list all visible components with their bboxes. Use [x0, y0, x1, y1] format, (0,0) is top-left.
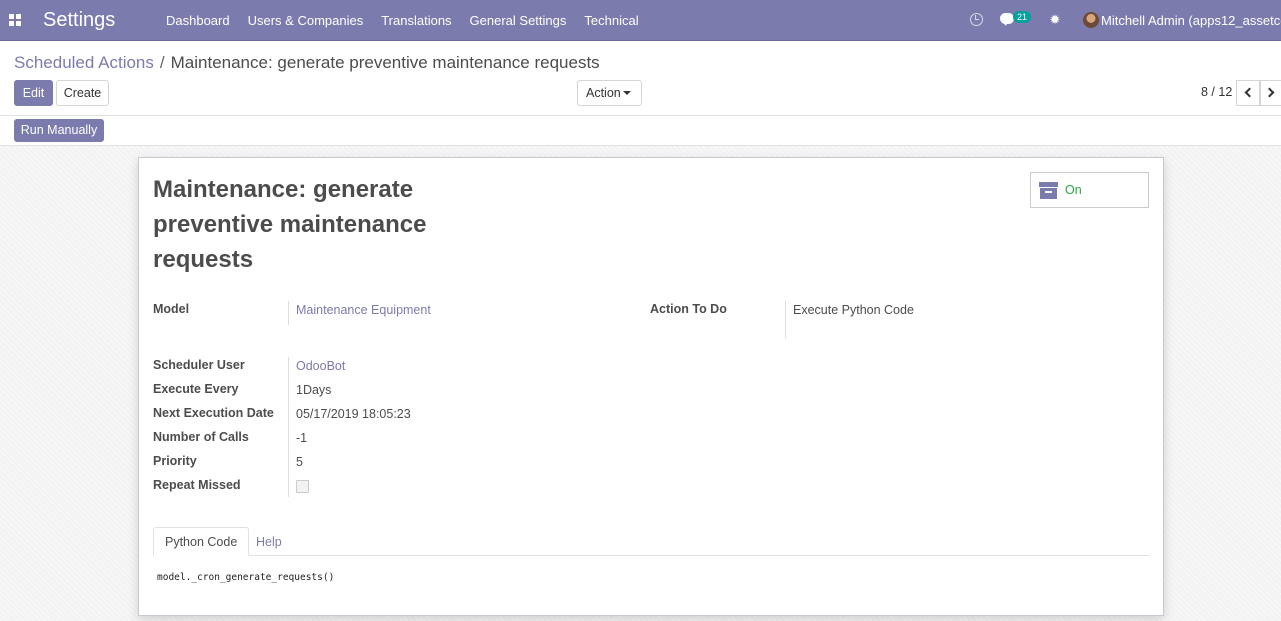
run-manually-button[interactable]: Run Manually — [14, 119, 104, 142]
execute-every-value: 1Days — [296, 383, 332, 397]
number-of-calls-value: -1 — [296, 431, 308, 445]
scheduler-user-label: Scheduler User — [153, 358, 245, 372]
model-value[interactable]: Maintenance Equipment — [296, 303, 431, 317]
top-navbar: Settings Dashboard Users & Companies Tra… — [0, 0, 1281, 41]
main-menu: Dashboard Users & Companies Translations… — [157, 0, 648, 41]
app-title[interactable]: Settings — [43, 9, 115, 32]
apps-menu-icon[interactable] — [9, 14, 21, 26]
execute-every-label: Execute Every — [153, 382, 239, 396]
caret-down-icon — [623, 91, 631, 95]
action-to-do-value: Execute Python Code — [793, 303, 914, 317]
field-divider — [785, 301, 786, 338]
chat-icon[interactable] — [1000, 13, 1014, 26]
pager-next-button[interactable] — [1260, 80, 1281, 106]
action-label: Action — [586, 86, 621, 100]
menu-technical[interactable]: Technical — [575, 0, 647, 41]
scheduler-user-value[interactable]: OdooBot — [296, 359, 345, 373]
active-status-label: On — [1065, 183, 1082, 197]
breadcrumb: Scheduled Actions / Maintenance: generate … — [14, 53, 600, 73]
chevron-left-icon — [1244, 87, 1255, 98]
menu-users-companies[interactable]: Users & Companies — [239, 0, 373, 41]
tab-python-code[interactable]: Python Code — [153, 527, 250, 556]
menu-translations[interactable]: Translations — [372, 0, 460, 41]
action-to-do-label: Action To Do — [650, 302, 727, 316]
tab-help[interactable]: Help — [244, 527, 294, 556]
clock-icon[interactable] — [970, 13, 983, 26]
priority-label: Priority — [153, 454, 197, 468]
chevron-right-icon — [1264, 87, 1275, 98]
form-sheet: Maintenance: generate preventive mainten… — [138, 157, 1164, 616]
record-title: Maintenance: generate preventive mainten… — [153, 176, 427, 273]
field-divider — [288, 301, 289, 325]
messages-count-badge: 21 — [1013, 11, 1031, 23]
breadcrumb-separator: / — [159, 53, 165, 72]
python-code-content[interactable]: model._cron_generate_requests() — [157, 572, 334, 583]
field-divider — [288, 357, 289, 497]
divider — [0, 115, 1281, 116]
pager-previous-button[interactable] — [1236, 80, 1260, 106]
control-panel: Scheduled Actions / Maintenance: generate … — [0, 41, 1281, 146]
breadcrumb-current: Maintenance: generate preventive mainten… — [170, 53, 600, 72]
user-menu[interactable]: Mitchell Admin (apps12_assetce) — [1101, 0, 1281, 41]
priority-value: 5 — [296, 455, 303, 469]
repeat-missed-label: Repeat Missed — [153, 478, 241, 492]
number-of-calls-label: Number of Calls — [153, 430, 249, 444]
avatar[interactable] — [1083, 12, 1099, 28]
menu-dashboard[interactable]: Dashboard — [157, 0, 239, 41]
bug-icon[interactable]: ✹ — [1049, 13, 1061, 27]
create-button[interactable]: Create — [56, 80, 109, 106]
pager-value[interactable]: 8 / 12 — [1201, 85, 1232, 99]
breadcrumb-scheduled-actions[interactable]: Scheduled Actions — [14, 53, 154, 72]
archive-icon — [1039, 182, 1058, 199]
model-label: Model — [153, 302, 190, 316]
menu-general-settings[interactable]: General Settings — [461, 0, 576, 41]
notebook-tabs: Python Code Help — [153, 527, 1149, 556]
active-toggle-button[interactable]: On — [1030, 172, 1149, 208]
next-execution-date-label: Next Execution Date — [153, 406, 274, 420]
repeat-missed-checkbox[interactable] — [296, 480, 309, 493]
action-dropdown[interactable]: Action — [577, 80, 642, 106]
edit-button[interactable]: Edit — [14, 80, 53, 106]
next-execution-date-value: 05/17/2019 18:05:23 — [296, 407, 411, 421]
